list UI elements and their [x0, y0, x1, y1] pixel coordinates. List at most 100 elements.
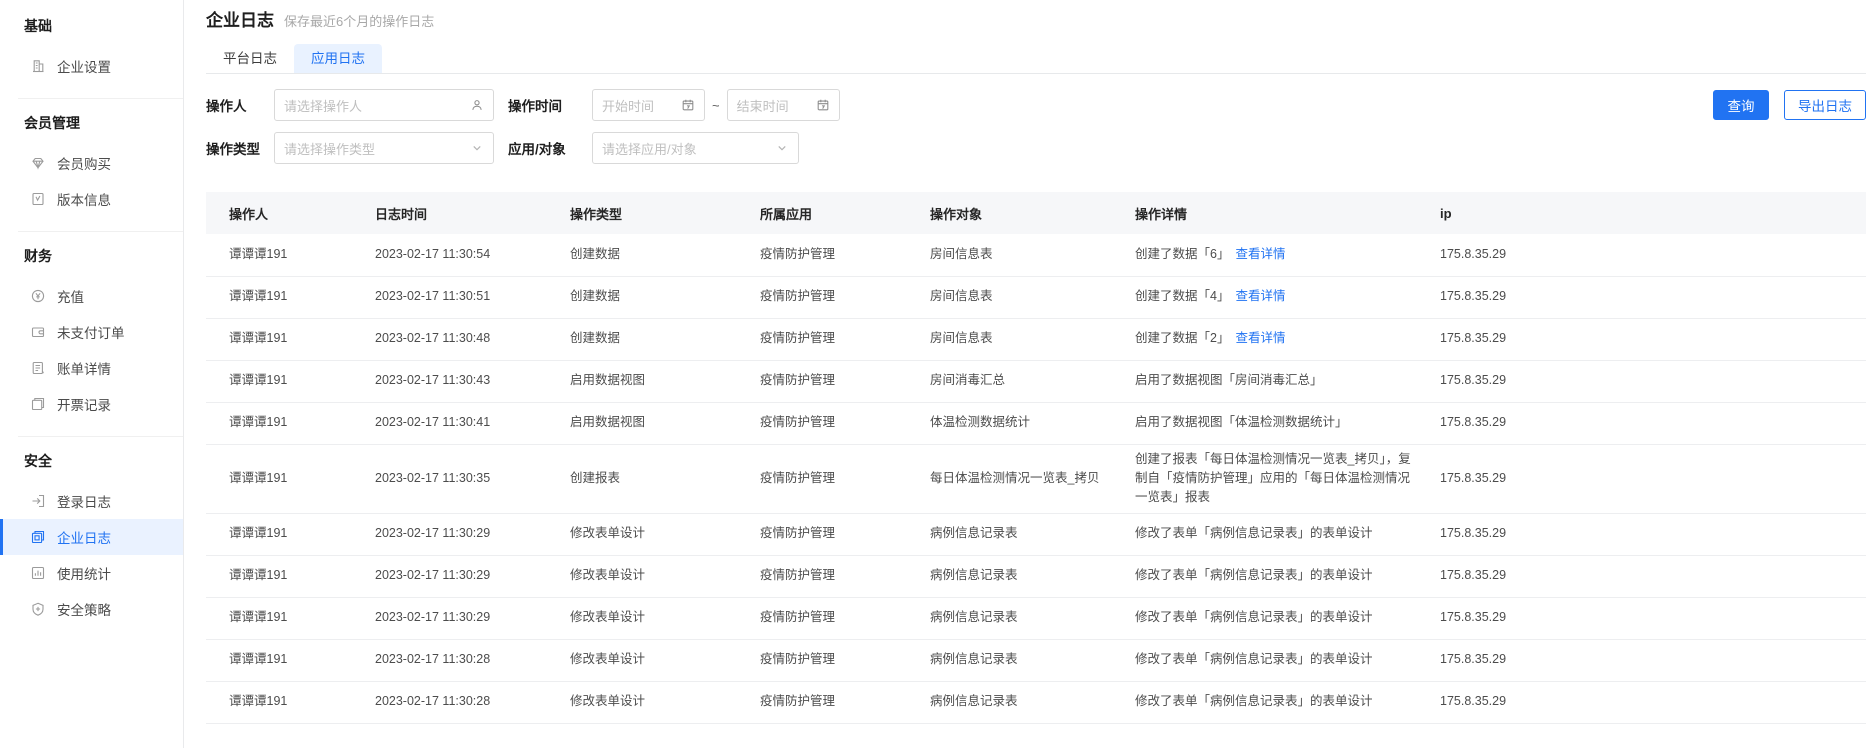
- table-row: 谭谭谭1912023-02-17 11:30:35创建报表疫情防护管理每日体温检…: [206, 444, 1866, 513]
- cell-time: 2023-02-17 11:30:43: [352, 360, 547, 402]
- detail-text: 创建了数据「2」: [1135, 331, 1229, 345]
- cell-operator: 谭谭谭191: [206, 555, 352, 597]
- calendar-icon: [816, 98, 830, 112]
- page-subtitle: 保存最近6个月的操作日志: [284, 11, 434, 30]
- cell-operator: 谭谭谭191: [206, 318, 352, 360]
- cell-detail: 修改了表单「病例信息记录表」的表单设计: [1112, 597, 1417, 639]
- cell-target: 病例信息记录表: [907, 597, 1112, 639]
- start-time-input[interactable]: 开始时间: [592, 89, 705, 121]
- cell-detail: 创建了数据「4」查看详情: [1112, 276, 1417, 318]
- view-details-link[interactable]: 查看详情: [1235, 289, 1285, 303]
- sidebar-item-usage-stats[interactable]: 使用统计: [0, 555, 183, 591]
- view-details-link[interactable]: 查看详情: [1235, 331, 1285, 345]
- filter-label-type: 操作类型: [206, 138, 274, 158]
- table-body: 谭谭谭1912023-02-17 11:30:54创建数据疫情防护管理房间信息表…: [206, 234, 1866, 723]
- filter-label-app: 应用/对象: [508, 138, 592, 158]
- sidebar-section-title: 安全: [0, 445, 183, 483]
- cell-type: 创建数据: [547, 276, 737, 318]
- cell-time: 2023-02-17 11:30:29: [352, 555, 547, 597]
- table-row: 谭谭谭1912023-02-17 11:30:43启用数据视图疫情防护管理房间消…: [206, 360, 1866, 402]
- table-row: 谭谭谭1912023-02-17 11:30:28修改表单设计疫情防护管理病例信…: [206, 639, 1866, 681]
- page-title: 企业日志: [206, 6, 274, 31]
- table-row: 谭谭谭1912023-02-17 11:30:41启用数据视图疫情防护管理体温检…: [206, 402, 1866, 444]
- cell-ip: 175.8.35.29: [1417, 597, 1866, 639]
- sidebar-item-recharge[interactable]: 充值: [0, 278, 183, 314]
- cell-time: 2023-02-17 11:30:28: [352, 639, 547, 681]
- sidebar-item-member-purchase[interactable]: 会员购买: [0, 145, 183, 181]
- col-detail: 操作详情: [1112, 192, 1417, 234]
- sidebar-section: 会员管理会员购买版本信息: [0, 99, 183, 231]
- sidebar-item-login-logs[interactable]: 登录日志: [0, 483, 183, 519]
- cell-detail: 创建了数据「2」查看详情: [1112, 318, 1417, 360]
- time-range-separator: ~: [712, 98, 720, 113]
- sidebar-item-enterprise-settings[interactable]: 企业设置: [0, 48, 183, 84]
- cell-time: 2023-02-17 11:30:51: [352, 276, 547, 318]
- invoice-icon: [30, 396, 46, 412]
- sidebar-item-invoice-records[interactable]: 开票记录: [0, 386, 183, 422]
- sidebar-section: 财务充值未支付订单账单详情开票记录: [0, 232, 183, 436]
- sidebar-item-unpaid-orders[interactable]: 未支付订单: [0, 314, 183, 350]
- cell-app: 疫情防护管理: [737, 360, 907, 402]
- sidebar-item-enterprise-logs[interactable]: 企业日志: [0, 519, 183, 555]
- cell-target: 房间消毒汇总: [907, 360, 1112, 402]
- detail-text: 启用了数据视图「房间消毒汇总」: [1135, 373, 1323, 387]
- cell-app: 疫情防护管理: [737, 234, 907, 276]
- export-log-button[interactable]: 导出日志: [1784, 90, 1866, 120]
- cell-type: 启用数据视图: [547, 360, 737, 402]
- cell-detail: 修改了表单「病例信息记录表」的表单设计: [1112, 681, 1417, 723]
- action-buttons: 查询 导出日志: [1713, 90, 1866, 120]
- page-header: 企业日志 保存最近6个月的操作日志: [206, 0, 1866, 30]
- sidebar-item-label: 安全策略: [57, 599, 111, 619]
- sidebar-sections: 基础企业设置会员管理会员购买版本信息财务充值未支付订单账单详情开票记录安全登录日…: [0, 2, 183, 641]
- cell-type: 创建报表: [547, 444, 737, 513]
- login-icon: [30, 493, 46, 509]
- table-row: 谭谭谭1912023-02-17 11:30:28修改表单设计疫情防护管理病例信…: [206, 681, 1866, 723]
- cell-target: 病例信息记录表: [907, 639, 1112, 681]
- sidebar-item-bill-details[interactable]: 账单详情: [0, 350, 183, 386]
- cell-detail: 启用了数据视图「体温检测数据统计」: [1112, 402, 1417, 444]
- app-object-select[interactable]: 请选择应用/对象: [592, 132, 799, 164]
- table-row: 谭谭谭1912023-02-17 11:30:48创建数据疫情防护管理房间信息表…: [206, 318, 1866, 360]
- app-object-placeholder: 请选择应用/对象: [602, 139, 697, 158]
- operator-select-input[interactable]: 请选择操作人: [274, 89, 494, 121]
- tab-app-logs[interactable]: 应用日志: [294, 44, 382, 73]
- shield-plus-icon: [30, 601, 46, 617]
- operation-type-select[interactable]: 请选择操作类型: [274, 132, 494, 164]
- sidebar-item-label: 会员购买: [57, 153, 111, 173]
- end-time-input[interactable]: 结束时间: [727, 89, 840, 121]
- cell-type: 修改表单设计: [547, 681, 737, 723]
- cell-operator: 谭谭谭191: [206, 234, 352, 276]
- cell-ip: 175.8.35.29: [1417, 444, 1866, 513]
- main-content: 企业日志 保存最近6个月的操作日志 平台日志应用日志 操作人 请选择操作人 操作…: [184, 0, 1872, 748]
- cell-time: 2023-02-17 11:30:29: [352, 597, 547, 639]
- col-target: 操作对象: [907, 192, 1112, 234]
- sidebar-item-label: 未支付订单: [57, 322, 125, 342]
- wallet-icon: [30, 324, 46, 340]
- building-icon: [30, 58, 46, 74]
- cell-time: 2023-02-17 11:30:54: [352, 234, 547, 276]
- table-row: 谭谭谭1912023-02-17 11:30:29修改表单设计疫情防护管理病例信…: [206, 513, 1866, 555]
- sidebar-item-version-info[interactable]: 版本信息: [0, 181, 183, 217]
- sidebar-item-label: 账单详情: [57, 358, 111, 378]
- sidebar-section: 基础企业设置: [0, 2, 183, 98]
- cell-operator: 谭谭谭191: [206, 681, 352, 723]
- chevron-down-icon: [775, 141, 789, 155]
- sidebar-item-label: 开票记录: [57, 394, 111, 414]
- cell-target: 房间信息表: [907, 318, 1112, 360]
- view-details-link[interactable]: 查看详情: [1235, 247, 1285, 261]
- sidebar-item-security-policy[interactable]: 安全策略: [0, 591, 183, 627]
- tab-bar: 平台日志应用日志: [206, 44, 1866, 74]
- tab-platform-logs[interactable]: 平台日志: [206, 44, 294, 73]
- filter-label-operator: 操作人: [206, 95, 274, 115]
- cell-target: 房间信息表: [907, 234, 1112, 276]
- detail-text: 启用了数据视图「体温检测数据统计」: [1135, 415, 1348, 429]
- cell-type: 修改表单设计: [547, 597, 737, 639]
- cell-target: 病例信息记录表: [907, 555, 1112, 597]
- table-row: 谭谭谭1912023-02-17 11:30:51创建数据疫情防护管理房间信息表…: [206, 276, 1866, 318]
- yen-circle-icon: [30, 288, 46, 304]
- search-button[interactable]: 查询: [1713, 90, 1769, 120]
- cell-operator: 谭谭谭191: [206, 276, 352, 318]
- cell-target: 每日体温检测情况一览表_拷贝: [907, 444, 1112, 513]
- col-app: 所属应用: [737, 192, 907, 234]
- cell-ip: 175.8.35.29: [1417, 513, 1866, 555]
